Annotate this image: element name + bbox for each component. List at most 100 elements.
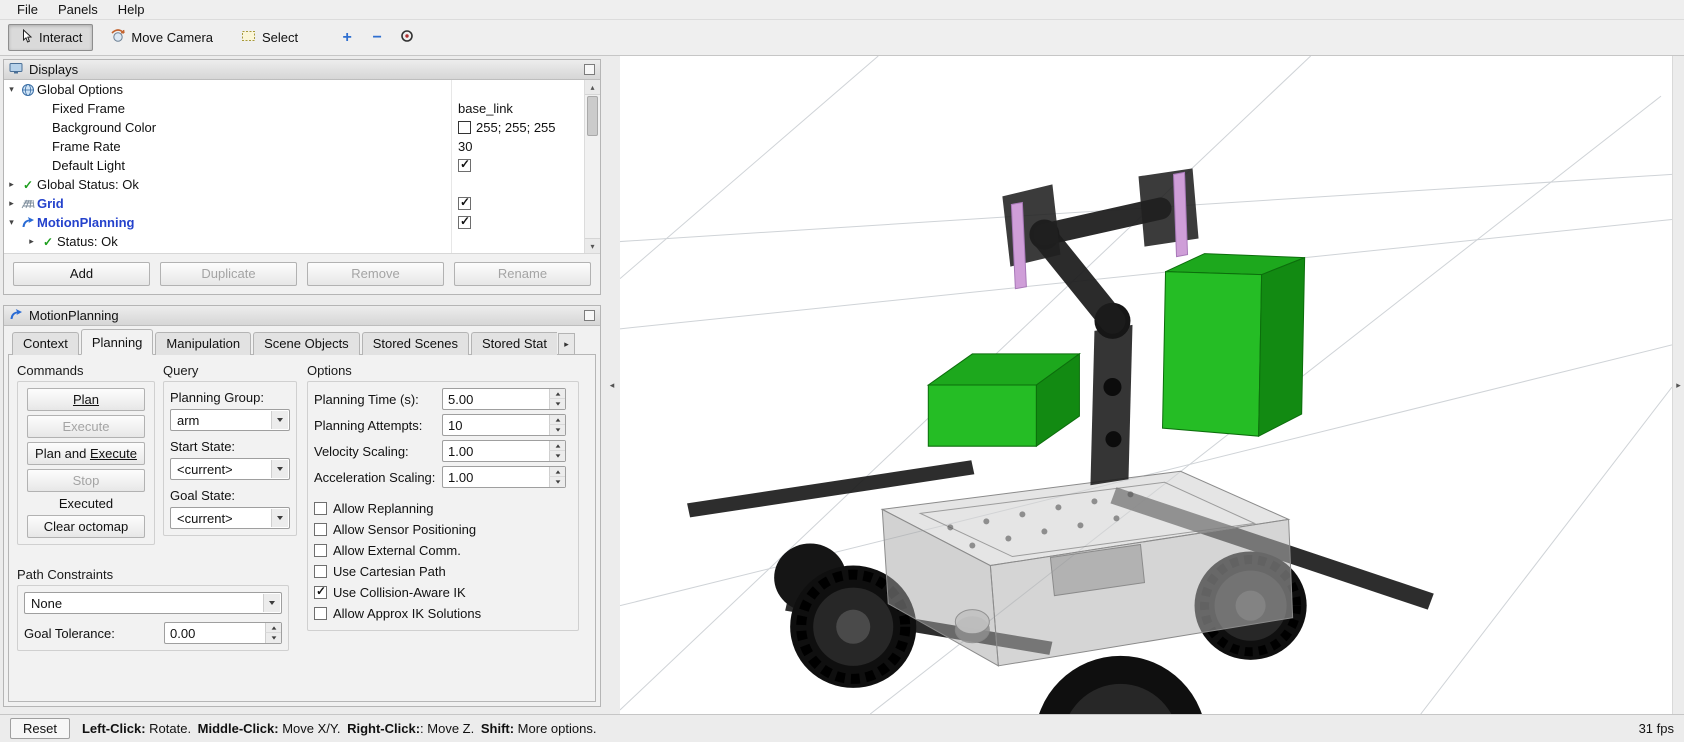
planning-group-combo[interactable]: arm — [170, 409, 290, 431]
tab-stored-states[interactable]: Stored Stat — [471, 332, 557, 355]
start-state-combo[interactable]: <current> — [170, 458, 290, 480]
grid-display-icon — [19, 198, 37, 210]
menu-panels[interactable]: Panels — [49, 1, 107, 18]
panel-collapse-handle-left[interactable] — [604, 56, 620, 714]
displays-panel-titlebar[interactable]: Displays — [4, 60, 600, 80]
prop-row-clipped[interactable]: Move Group Namespace — [4, 251, 600, 253]
grid-enabled-checkbox[interactable] — [458, 197, 471, 210]
3d-viewport[interactable] — [620, 56, 1672, 714]
expander-icon[interactable] — [4, 217, 19, 228]
display-label: Grid — [37, 196, 64, 211]
use-cartesian-path-checkbox-row[interactable]: Use Cartesian Path — [314, 561, 572, 582]
display-row-status-ok[interactable]: ✓ Status: Ok — [4, 232, 600, 251]
tree-scrollbar[interactable] — [584, 80, 600, 253]
motionplanning-enabled-checkbox[interactable] — [458, 216, 471, 229]
tab-context[interactable]: Context — [12, 332, 79, 355]
default-light-checkbox[interactable] — [458, 159, 471, 172]
allow-external-comm-checkbox-row[interactable]: Allow External Comm. — [314, 540, 572, 561]
select-tool-button[interactable]: Select — [230, 24, 309, 51]
tab-manipulation[interactable]: Manipulation — [155, 332, 251, 355]
stop-button[interactable]: Stop — [27, 469, 145, 492]
displays-panel: Displays Global Options Fixed Frame base… — [3, 59, 601, 295]
remove-display-button[interactable]: Remove — [307, 262, 444, 286]
move-camera-tool-button[interactable]: Move Camera — [99, 24, 224, 51]
clear-octomap-button[interactable]: Clear octomap — [27, 515, 145, 538]
reset-button[interactable]: Reset — [10, 718, 70, 739]
planning-time-input[interactable] — [442, 388, 566, 410]
interact-tool-button[interactable]: Interact — [8, 24, 93, 51]
goal-tolerance-spinner[interactable] — [164, 622, 282, 644]
tab-scene-objects[interactable]: Scene Objects — [253, 332, 360, 355]
menu-help[interactable]: Help — [109, 1, 154, 18]
options-heading: Options — [307, 363, 579, 378]
path-constraints-combo[interactable]: None — [24, 592, 282, 614]
path-constraints-heading: Path Constraints — [17, 567, 289, 582]
clear-octomap-label: Clear octomap — [44, 519, 129, 534]
prop-row-fixed-frame[interactable]: Fixed Frame base_link — [4, 99, 600, 118]
scrollbar-thumb[interactable] — [587, 96, 598, 136]
acceleration-scaling-input[interactable] — [442, 466, 566, 488]
tab-scroll-right-button[interactable] — [558, 333, 575, 355]
spin-down-icon[interactable] — [549, 451, 565, 461]
plan-button[interactable]: Plan — [27, 388, 145, 411]
planning-time-spinner[interactable] — [442, 388, 566, 410]
allow-sensor-positioning-checkbox-row[interactable]: Allow Sensor Positioning — [314, 519, 572, 540]
zoom-out-button[interactable]: − — [365, 26, 389, 50]
float-panel-button[interactable] — [584, 64, 595, 75]
allow-approx-ik-checkbox-row[interactable]: Allow Approx IK Solutions — [314, 603, 572, 624]
acceleration-scaling-spinner[interactable] — [442, 466, 566, 488]
plan-and-execute-button[interactable]: Plan and Execute — [27, 442, 145, 465]
prop-row-background-color[interactable]: Background Color 255; 255; 255 — [4, 118, 600, 137]
spin-down-icon[interactable] — [265, 633, 281, 643]
scroll-up-icon[interactable] — [585, 80, 600, 95]
spin-up-icon[interactable] — [265, 623, 281, 633]
display-row-motionplanning[interactable]: MotionPlanning — [4, 213, 600, 232]
display-row-global-status[interactable]: ✓ Global Status: Ok — [4, 175, 600, 194]
spin-up-icon[interactable] — [549, 467, 565, 477]
velocity-scaling-spinner[interactable] — [442, 440, 566, 462]
spin-down-icon[interactable] — [549, 399, 565, 409]
property-value[interactable]: 30 — [452, 137, 583, 156]
spin-down-icon[interactable] — [549, 425, 565, 435]
goal-state-combo[interactable]: <current> — [170, 507, 290, 529]
expander-icon[interactable] — [4, 198, 19, 209]
tab-planning[interactable]: Planning — [81, 329, 154, 355]
prop-row-frame-rate[interactable]: Frame Rate 30 — [4, 137, 600, 156]
property-value — [452, 213, 583, 232]
use-collision-aware-ik-checkbox-row[interactable]: Use Collision-Aware IK — [314, 582, 572, 603]
rename-display-button[interactable]: Rename — [454, 262, 591, 286]
velocity-scaling-input[interactable] — [442, 440, 566, 462]
expander-icon[interactable] — [4, 84, 19, 95]
allow-external-comm-label: Allow External Comm. — [333, 543, 461, 558]
zoom-in-button[interactable]: + — [335, 26, 359, 50]
property-value[interactable]: base_link — [452, 99, 583, 118]
menu-file[interactable]: File — [8, 1, 47, 18]
focus-camera-button[interactable] — [395, 26, 419, 50]
panel-collapse-handle-right[interactable] — [1672, 56, 1684, 714]
float-panel-button[interactable] — [584, 310, 595, 321]
hint-text: Move X/Y. — [279, 721, 345, 736]
spin-up-icon[interactable] — [549, 389, 565, 399]
scroll-down-icon[interactable] — [585, 238, 600, 253]
property-value[interactable]: 255; 255; 255 — [452, 118, 583, 137]
displays-button-row: Add Duplicate Remove Rename — [4, 253, 600, 294]
allow-replanning-checkbox-row[interactable]: Allow Replanning — [314, 498, 572, 519]
collision-box-left[interactable] — [928, 354, 1079, 446]
expander-icon[interactable] — [4, 179, 19, 190]
expander-icon[interactable] — [24, 236, 39, 247]
spin-down-icon[interactable] — [549, 477, 565, 487]
execute-button[interactable]: Execute — [27, 415, 145, 438]
chevron-down-icon — [271, 411, 288, 429]
display-row-global-options[interactable]: Global Options — [4, 80, 600, 99]
motionplanning-panel-titlebar[interactable]: MotionPlanning — [4, 306, 600, 326]
display-row-grid[interactable]: Grid — [4, 194, 600, 213]
add-display-button[interactable]: Add — [13, 262, 150, 286]
duplicate-display-button[interactable]: Duplicate — [160, 262, 297, 286]
spin-up-icon[interactable] — [549, 441, 565, 451]
planning-attempts-input[interactable] — [442, 414, 566, 436]
prop-row-default-light[interactable]: Default Light — [4, 156, 600, 175]
collision-box-right[interactable] — [1163, 254, 1305, 437]
spin-up-icon[interactable] — [549, 415, 565, 425]
planning-attempts-spinner[interactable] — [442, 414, 566, 436]
tab-stored-scenes[interactable]: Stored Scenes — [362, 332, 469, 355]
